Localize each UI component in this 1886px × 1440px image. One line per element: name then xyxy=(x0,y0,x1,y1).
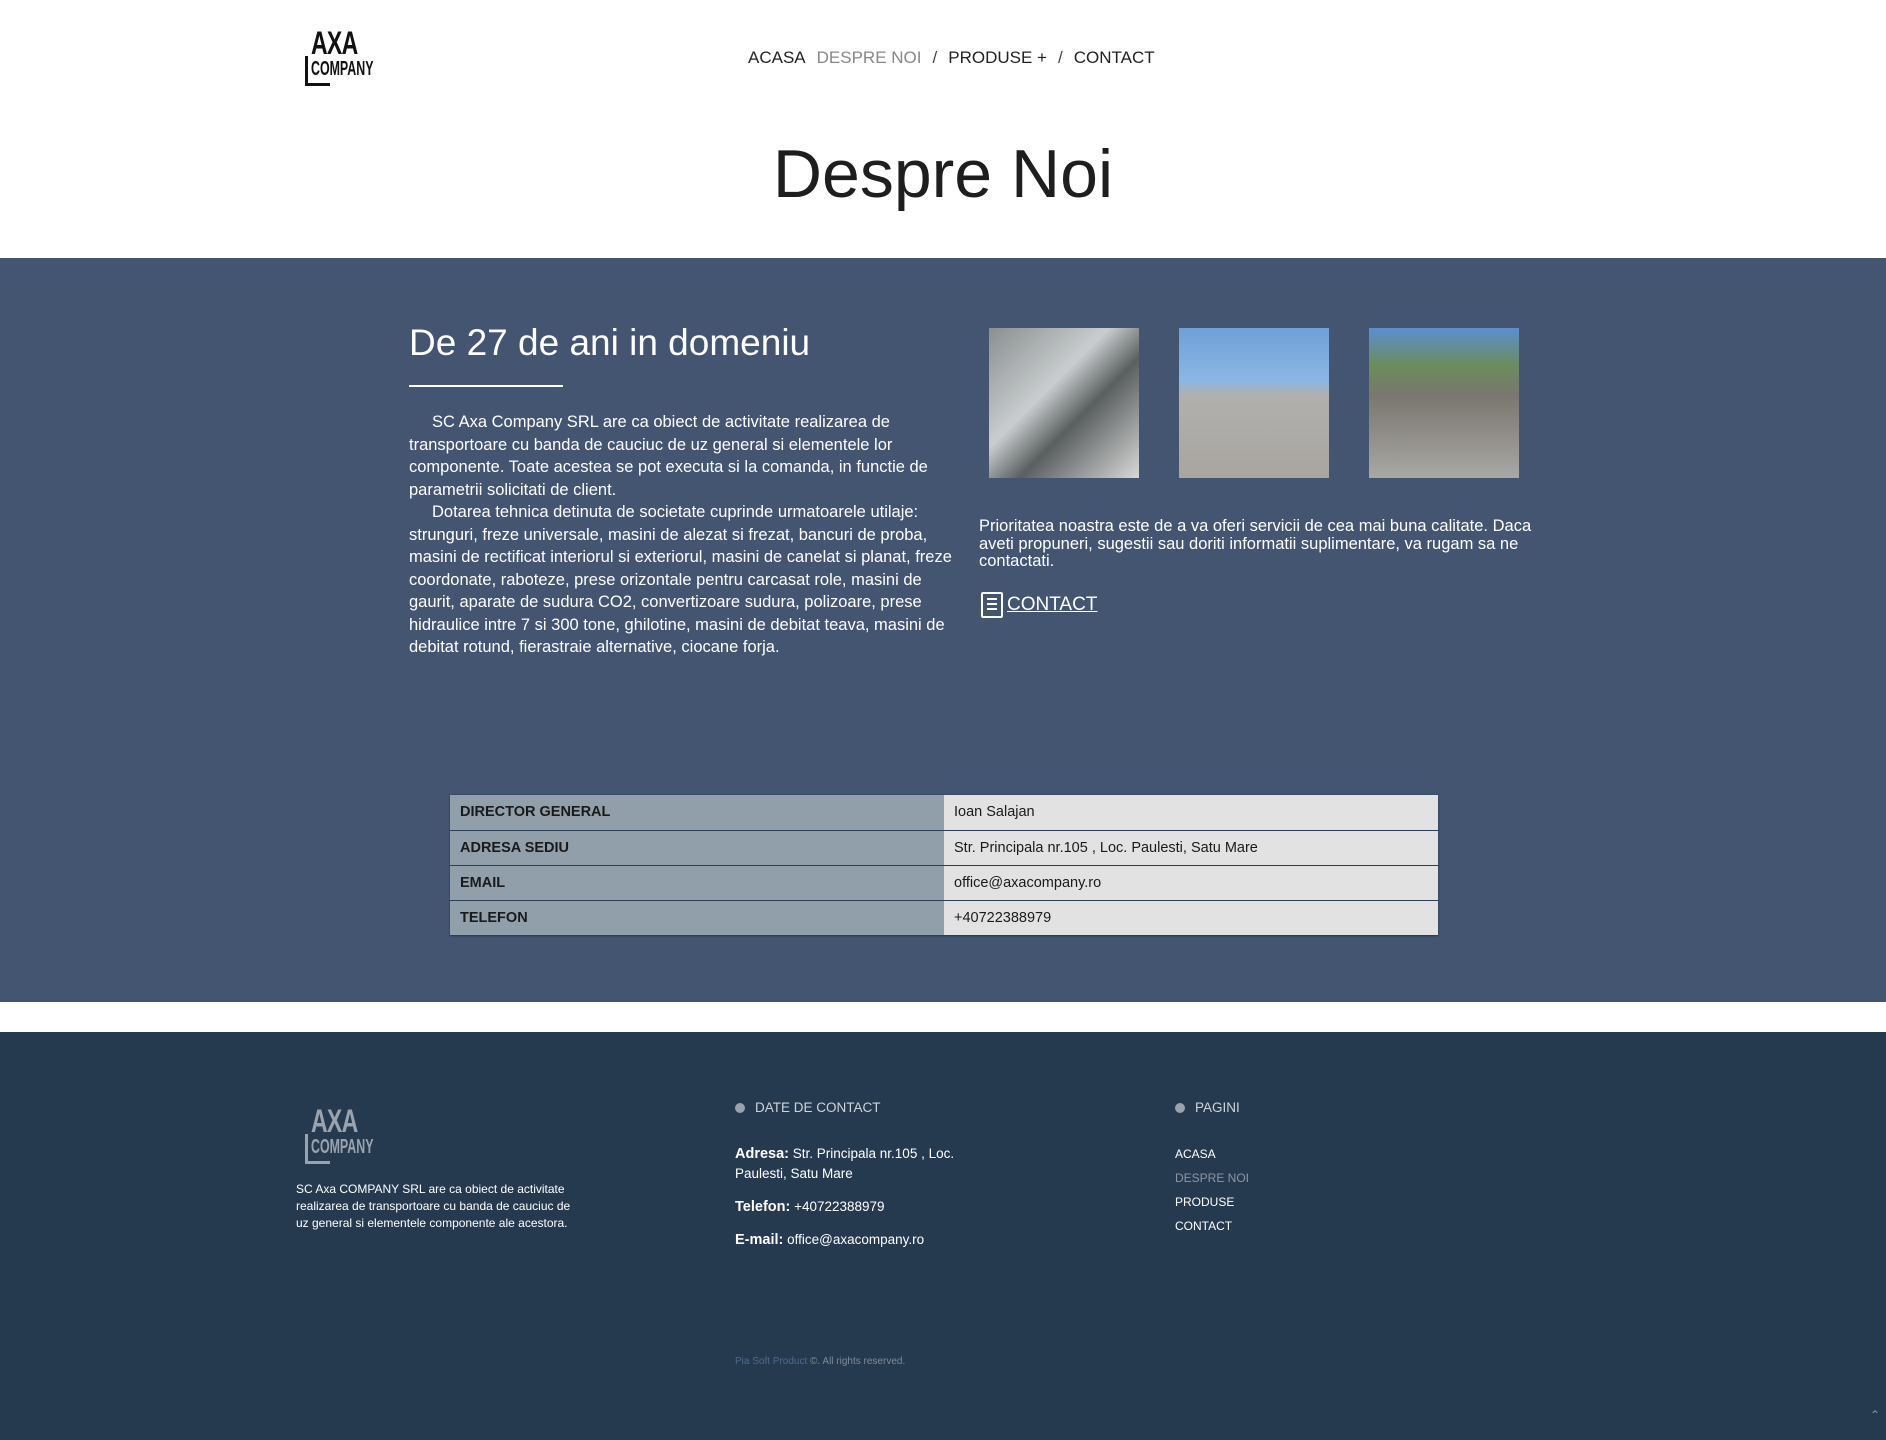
copyright: Pia Soft Product ©. All rights reserved. xyxy=(735,1356,905,1367)
nav-separator: / xyxy=(1057,48,1063,67)
logo-text-axa: AXA xyxy=(311,25,358,61)
conveyor-photo-3[interactable] xyxy=(1369,328,1519,478)
nav-acasa[interactable]: ACASA xyxy=(748,48,806,68)
footer-link-contact[interactable]: CONTACT xyxy=(1175,1219,1249,1243)
footer-link-acasa[interactable]: ACASA xyxy=(1175,1147,1249,1171)
phone-value[interactable]: +40722388979 xyxy=(790,1199,884,1214)
nav-produse[interactable]: PRODUSE + xyxy=(948,48,1047,68)
footer-contact-heading: DATE DE CONTACT xyxy=(735,1100,881,1115)
footer-pages: ACASA DESPRE NOI PRODUSE CONTACT xyxy=(1175,1147,1249,1243)
company-info-table: DIRECTOR GENERAL Ioan Salajan ADRESA SEDI… xyxy=(450,795,1438,936)
table-row: DIRECTOR GENERAL Ioan Salajan xyxy=(450,795,1438,831)
scroll-top-icon[interactable]: ⌃ xyxy=(1870,1408,1880,1422)
document-icon xyxy=(981,592,1003,618)
heading-underline xyxy=(409,385,563,387)
logo-text-company: COMPANY xyxy=(311,58,374,80)
contact-link-label: CONTACT xyxy=(1007,594,1098,615)
table-value: Ioan Salajan xyxy=(944,795,1438,831)
logo[interactable]: AXA COMPANY xyxy=(305,25,381,86)
footer-link-despre-noi[interactable]: DESPRE NOI xyxy=(1175,1171,1249,1195)
logo-text-company: COMPANY xyxy=(311,1136,374,1158)
table-key: EMAIL xyxy=(450,865,944,901)
email-label: E-mail: xyxy=(735,1232,784,1248)
bullet-icon xyxy=(735,1102,745,1113)
bullet-icon xyxy=(1175,1102,1185,1113)
copyright-text: ©. All rights reserved. xyxy=(807,1356,906,1367)
nav-contact[interactable]: CONTACT xyxy=(1074,48,1155,68)
nav-separator: / xyxy=(932,48,938,67)
address-label: Adresa: xyxy=(735,1146,789,1162)
footer-link-produse[interactable]: PRODUSE xyxy=(1175,1195,1249,1219)
table-row: ADRESA SEDIU Str. Principala nr.105 , Loc… xyxy=(450,830,1438,866)
table-value: office@axacompany.ro xyxy=(944,865,1438,901)
about-text: SC Axa Company SRL are ca obiect de acti… xyxy=(409,411,961,659)
footer-logo[interactable]: AXA COMPANY xyxy=(305,1103,381,1164)
heading-label: DATE DE CONTACT xyxy=(755,1100,881,1115)
table-key: ADRESA SEDIU xyxy=(450,830,944,866)
copyright-link[interactable]: Pia Soft Product xyxy=(735,1356,807,1367)
phone-label: Telefon: xyxy=(735,1199,791,1215)
footer-pages-heading: PAGINI xyxy=(1175,1100,1240,1115)
nav-despre-noi[interactable]: DESPRE NOI xyxy=(817,48,922,68)
table-row: EMAIL office@axacompany.ro xyxy=(450,865,1438,901)
table-key: DIRECTOR GENERAL xyxy=(450,795,944,831)
footer-description: SC Axa COMPANY SRL are ca obiect de acti… xyxy=(296,1182,571,1230)
email-value[interactable]: office@axacompany.ro xyxy=(783,1232,924,1247)
main-nav: ACASA DESPRE NOI / PRODUSE + / CONTACT xyxy=(748,48,1155,68)
heading-label: PAGINI xyxy=(1195,1100,1240,1115)
about-paragraph: SC Axa Company SRL are ca obiect de acti… xyxy=(409,413,928,499)
conveyor-photo-2[interactable] xyxy=(1179,328,1329,478)
page-title: Despre Noi xyxy=(772,136,1114,212)
table-key: TELEFON xyxy=(450,900,944,936)
about-heading: De 27 de ani in domeniu xyxy=(409,322,811,363)
footer-contact-info: Adresa: Str. Principala nr.105 , Loc. Pa… xyxy=(735,1144,995,1263)
conveyor-photo-1[interactable] xyxy=(989,328,1139,478)
table-value: +40722388979 xyxy=(944,900,1438,936)
logo-text-axa: AXA xyxy=(311,1103,358,1139)
table-value: Str. Principala nr.105 , Loc. Paulesti, … xyxy=(944,830,1438,866)
contact-link[interactable]: CONTACT xyxy=(981,592,1097,618)
table-row: TELEFON +40722388979 xyxy=(450,900,1438,936)
priority-text: Prioritatea noastra este de a va oferi s… xyxy=(979,517,1532,570)
about-paragraph: Dotarea tehnica detinuta de societate cu… xyxy=(409,503,952,656)
